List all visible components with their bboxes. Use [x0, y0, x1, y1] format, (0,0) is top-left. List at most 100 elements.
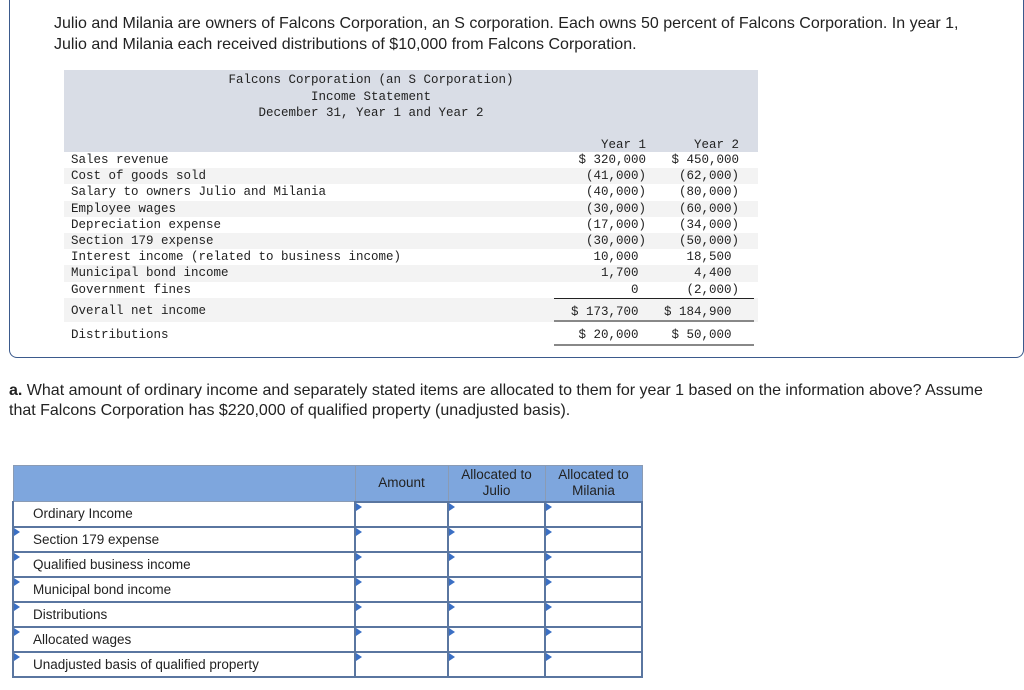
answer-cell-amount[interactable]: [354, 575, 449, 603]
answer-cell-julio[interactable]: [447, 625, 546, 653]
amount-input[interactable]: [356, 553, 447, 575]
answer-cell-amount[interactable]: [354, 600, 449, 628]
julio-input[interactable]: [449, 553, 544, 575]
dropdown-marker-icon: [546, 652, 552, 661]
answer-cell-amount[interactable]: [354, 550, 449, 578]
julio-input[interactable]: [449, 603, 544, 625]
header-amount: Amount: [354, 465, 449, 502]
julio-input[interactable]: [449, 653, 544, 675]
julio-input[interactable]: [449, 503, 544, 525]
answer-cell-amount[interactable]: [354, 625, 449, 653]
answer-row-label-cell[interactable]: Qualified business income: [12, 550, 356, 578]
statement-row: Salary to owners Julio and Milania (40,00…: [64, 184, 758, 200]
julio-input[interactable]: [449, 578, 544, 600]
amount-input[interactable]: [356, 578, 447, 600]
amount-input[interactable]: [356, 628, 447, 650]
amount-input[interactable]: [356, 528, 447, 550]
statement-row: Section 179 expense (30,000) (50,000): [64, 232, 758, 250]
dropdown-marker-icon: [14, 652, 20, 661]
answer-row-label: Municipal bond income: [33, 581, 172, 597]
row-year2: 4,400: [693, 266, 739, 281]
dropdown-marker-icon: [356, 602, 362, 611]
dropdown-marker-icon: [356, 527, 362, 536]
dropdown-marker-icon: [356, 552, 362, 561]
answer-row: Municipal bond income: [12, 575, 643, 603]
row-year2: (2,000): [686, 282, 739, 297]
dropdown-marker-icon: [356, 627, 362, 636]
answer-table: Amount Allocated to Julio Allocated to M…: [12, 465, 643, 678]
dropdown-marker-icon: [546, 577, 552, 586]
answer-cell-milania[interactable]: [544, 650, 643, 678]
row-year1: (30,000): [585, 233, 646, 248]
question-text: a. What amount of ordinary income and se…: [9, 381, 1009, 421]
answer-cell-milania[interactable]: [544, 550, 643, 578]
dropdown-marker-icon: [449, 602, 455, 611]
row-label: Municipal bond income: [71, 266, 229, 281]
statement-total-row: Overall net income $ 173,700 $ 184,900: [64, 297, 758, 322]
milania-input[interactable]: [546, 603, 641, 625]
row-year2: (50,000): [678, 233, 739, 248]
answer-row: Section 179 expense: [12, 525, 643, 553]
row-label: Employee wages: [71, 201, 177, 216]
header-milania: Allocated to Milania: [544, 465, 643, 502]
row-year1: 10,000: [593, 250, 646, 265]
row-label: Cost of goods sold: [71, 169, 207, 184]
dropdown-marker-icon: [14, 527, 20, 536]
amount-input[interactable]: [356, 603, 447, 625]
answer-cell-milania[interactable]: [544, 525, 643, 553]
dropdown-marker-icon: [14, 602, 20, 611]
statement-subtitle: Income Statement: [310, 89, 432, 104]
milania-input[interactable]: [546, 503, 641, 525]
answer-cell-amount[interactable]: [354, 650, 449, 678]
row-year2: $ 184,900: [646, 297, 754, 322]
amount-input[interactable]: [356, 503, 447, 525]
milania-input[interactable]: [546, 528, 641, 550]
answer-cell-julio[interactable]: [447, 600, 546, 628]
answer-row-label-cell[interactable]: Unadjusted basis of qualified property: [12, 650, 356, 678]
julio-input[interactable]: [449, 628, 544, 650]
milania-input[interactable]: [546, 628, 641, 650]
answer-cell-julio[interactable]: [447, 525, 546, 553]
answer-row-label-cell[interactable]: Section 179 expense: [12, 525, 356, 553]
answer-cell-julio[interactable]: [447, 650, 546, 678]
answer-row-label: Qualified business income: [33, 556, 191, 572]
dropdown-marker-icon: [449, 627, 455, 636]
header-julio: Allocated to Julio: [447, 465, 546, 502]
answer-cell-milania[interactable]: [544, 575, 643, 603]
answer-cell-milania[interactable]: [544, 500, 643, 528]
answer-cell-julio[interactable]: [447, 550, 546, 578]
dropdown-marker-icon: [449, 652, 455, 661]
answer-row-label-cell[interactable]: Municipal bond income: [12, 575, 356, 603]
row-label: Distributions: [71, 327, 169, 342]
milania-input[interactable]: [546, 653, 641, 675]
answer-row-label: Section 179 expense: [33, 531, 160, 547]
row-year1: $ 173,700: [554, 297, 646, 322]
row-year1: (41,000): [585, 169, 646, 184]
statement-row: Cost of goods sold (41,000) (62,000): [64, 168, 758, 185]
answer-row-label-cell[interactable]: Allocated wages: [12, 625, 356, 653]
row-label: Section 179 expense: [71, 233, 214, 248]
answer-row-label: Unadjusted basis of qualified property: [33, 656, 259, 672]
statement-row: Sales revenue $ 320,000 $ 450,000: [64, 152, 758, 168]
julio-input[interactable]: [449, 528, 544, 550]
dropdown-marker-icon: [546, 602, 552, 611]
dropdown-marker-icon: [546, 502, 552, 511]
answer-cell-amount[interactable]: [354, 500, 449, 528]
row-year1: (30,000): [585, 201, 646, 216]
answer-cell-julio[interactable]: [447, 575, 546, 603]
row-label: Salary to owners Julio and Milania: [71, 185, 327, 200]
dropdown-marker-icon: [356, 502, 362, 511]
answer-row-label-cell[interactable]: Distributions: [12, 600, 356, 628]
row-year1: (40,000): [585, 185, 646, 200]
answer-cell-julio[interactable]: [447, 500, 546, 528]
milania-input[interactable]: [546, 578, 641, 600]
answer-cell-milania[interactable]: [544, 600, 643, 628]
answer-cell-milania[interactable]: [544, 625, 643, 653]
dropdown-marker-icon: [546, 627, 552, 636]
answer-cell-amount[interactable]: [354, 525, 449, 553]
statement-date: December 31, Year 1 and Year 2: [258, 106, 484, 120]
dropdown-marker-icon: [546, 552, 552, 561]
answer-row: Distributions: [12, 600, 643, 628]
milania-input[interactable]: [546, 553, 641, 575]
amount-input[interactable]: [356, 653, 447, 675]
